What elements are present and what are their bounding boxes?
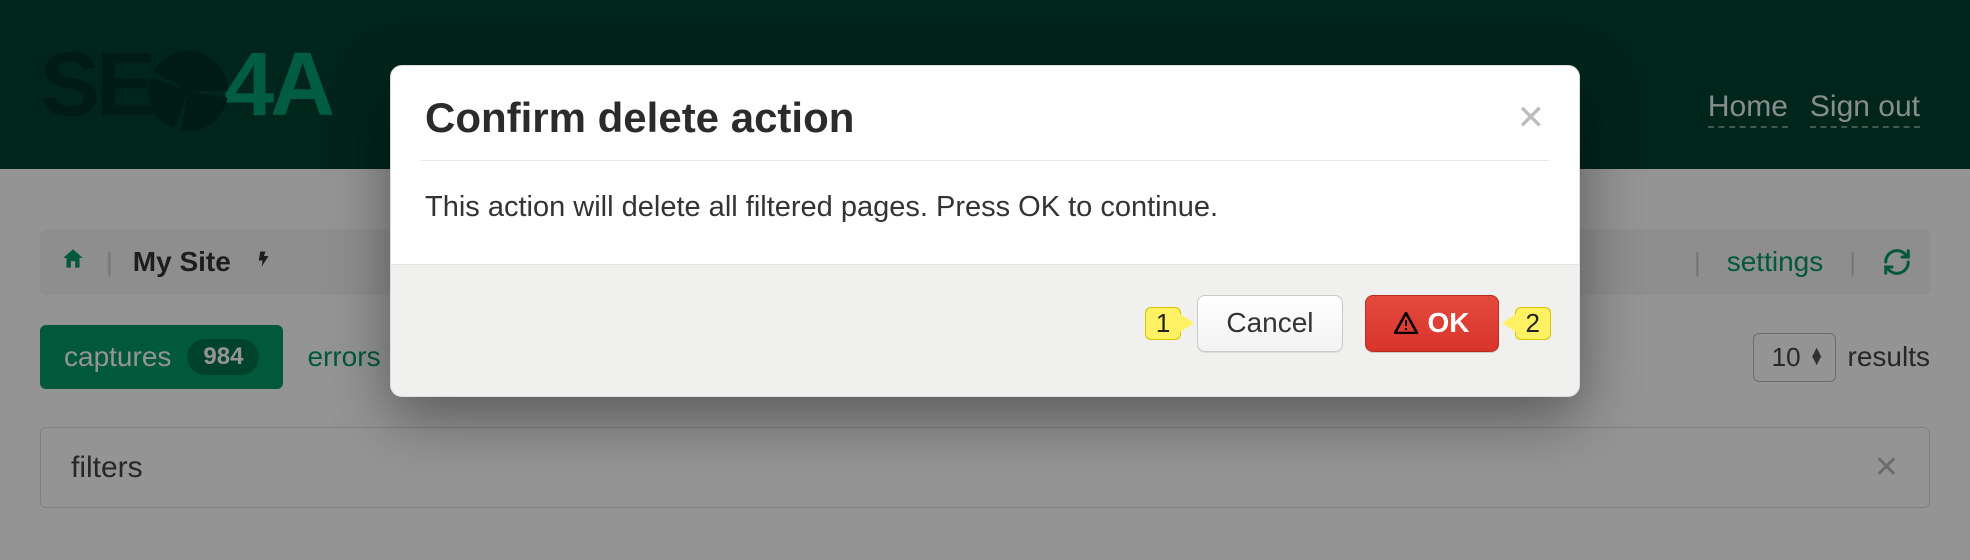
modal-header: Confirm delete action ✕ [391, 66, 1579, 160]
annotation-2: 2 [1515, 307, 1551, 340]
ok-button[interactable]: OK [1365, 295, 1499, 352]
ok-button-label: OK [1428, 308, 1470, 339]
cancel-button[interactable]: Cancel [1197, 295, 1342, 352]
modal-close-icon[interactable]: ✕ [1517, 101, 1546, 135]
modal-body-text: This action will delete all filtered pag… [391, 161, 1579, 264]
cancel-button-label: Cancel [1226, 308, 1313, 339]
modal-title: Confirm delete action [425, 94, 854, 142]
modal-footer: 1 Cancel OK 2 [391, 264, 1579, 396]
annotation-1: 1 [1145, 307, 1181, 340]
confirm-delete-modal: Confirm delete action ✕ This action will… [390, 65, 1580, 397]
modal-overlay: Confirm delete action ✕ This action will… [0, 0, 1970, 560]
warning-icon [1394, 312, 1418, 334]
